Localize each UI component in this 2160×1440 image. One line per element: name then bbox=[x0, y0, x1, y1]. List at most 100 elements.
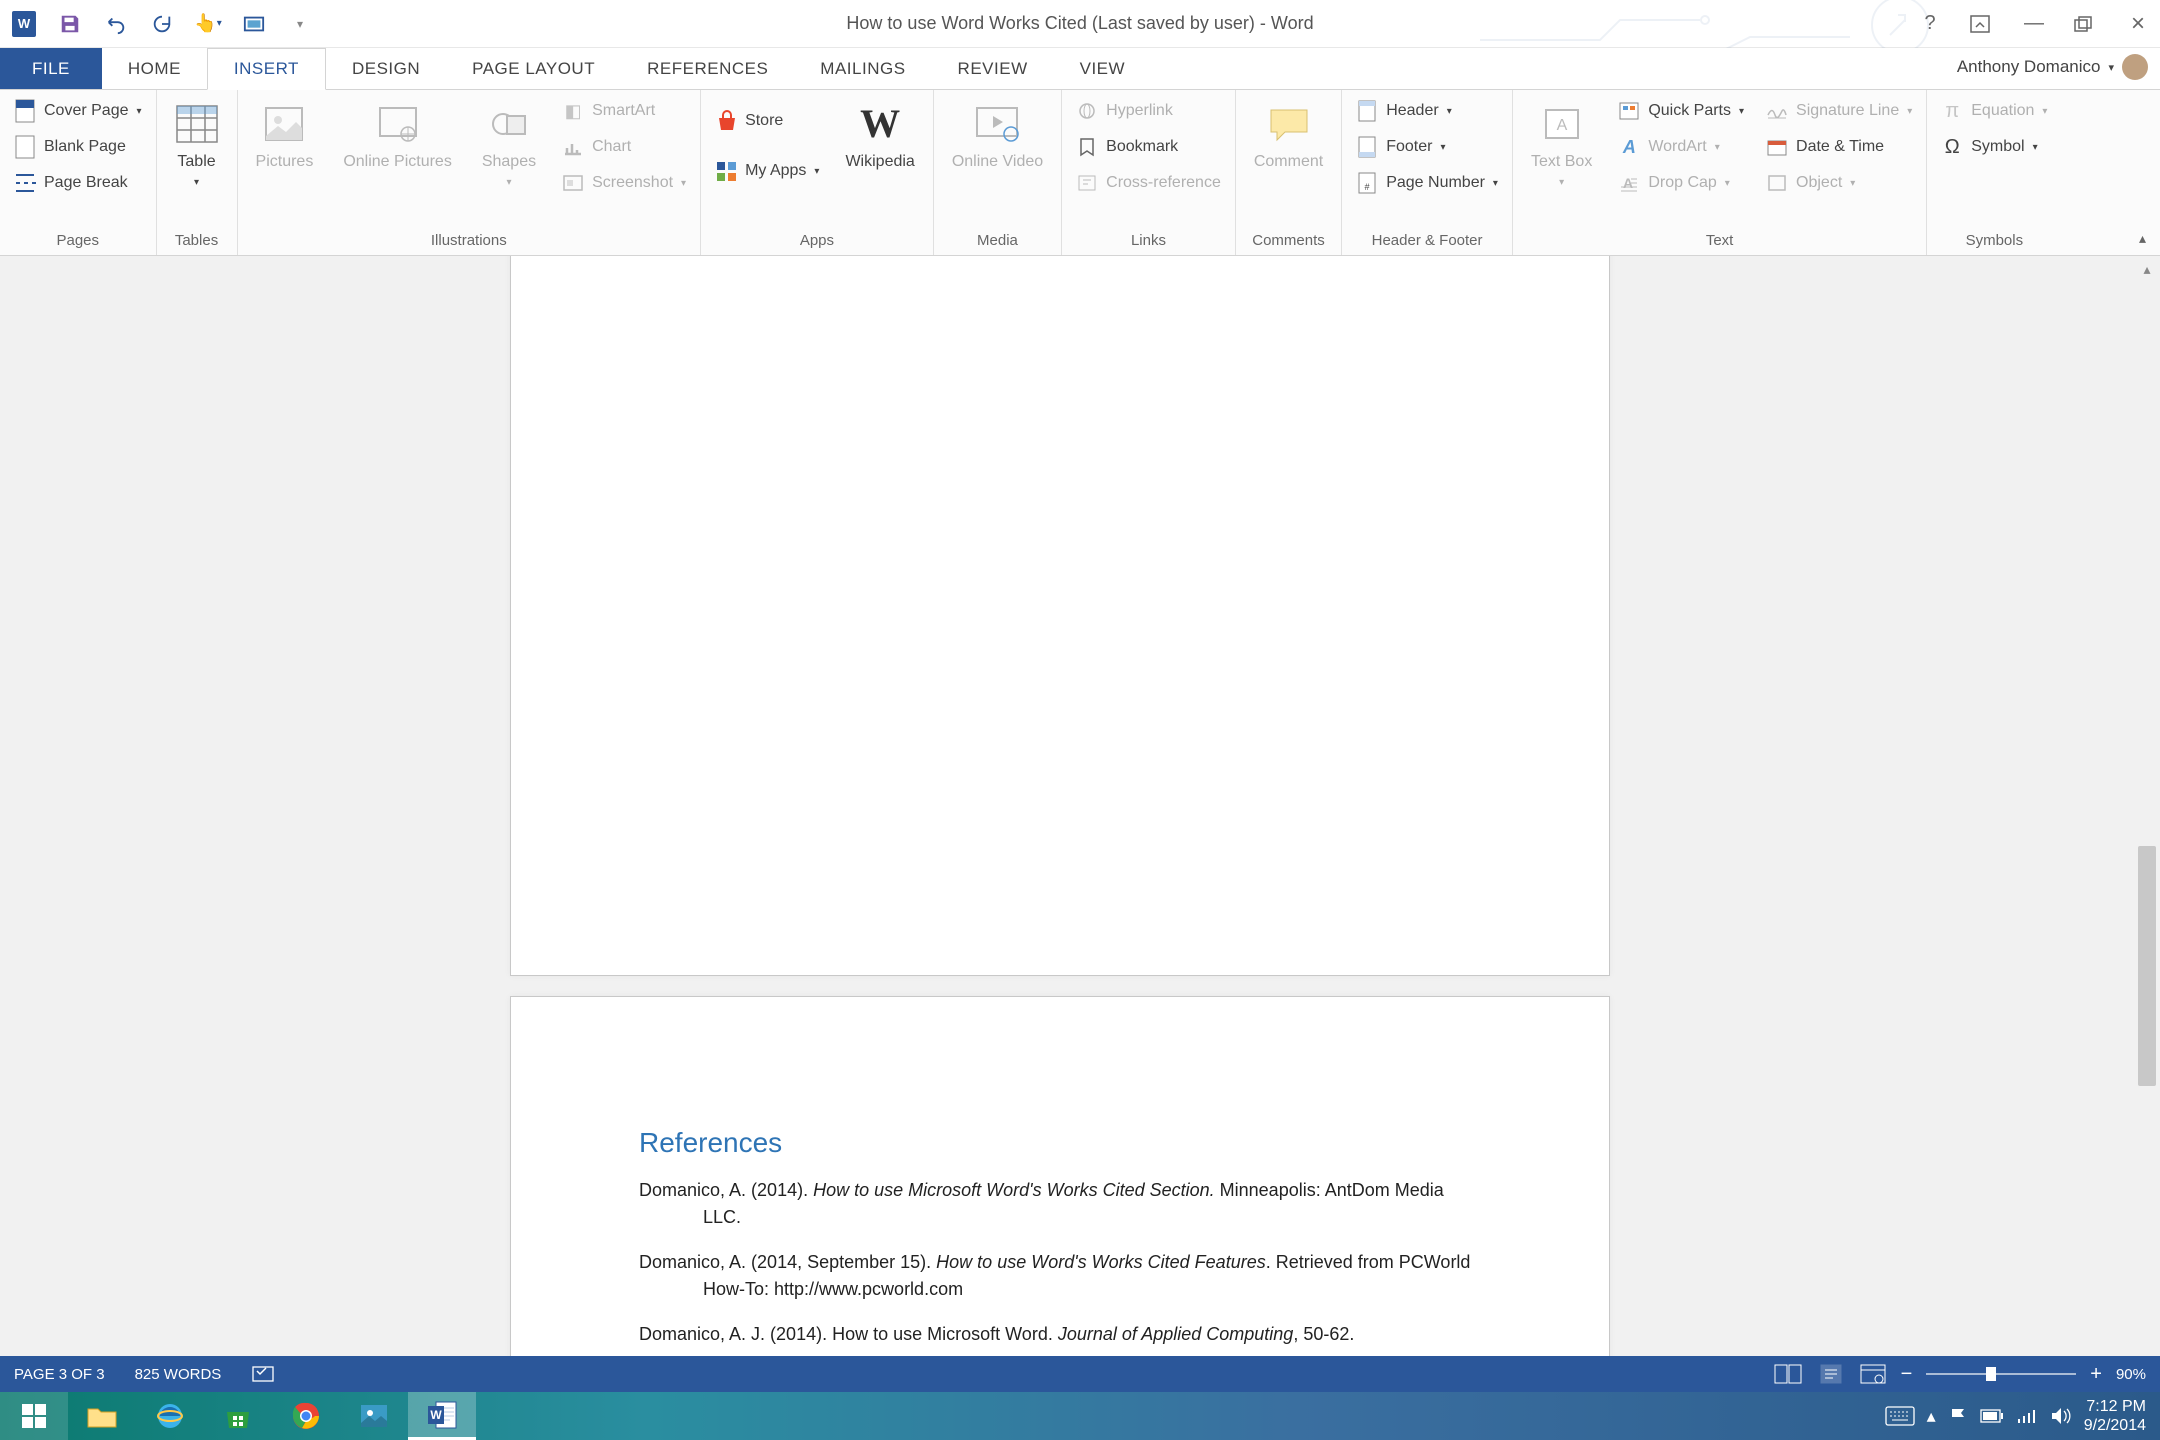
tab-view[interactable]: VIEW bbox=[1054, 48, 1151, 89]
clock[interactable]: 7:12 PM 9/2/2014 bbox=[2084, 1397, 2146, 1435]
signature-line-button[interactable]: Signature Line ▾ bbox=[1762, 98, 1916, 124]
task-file-explorer[interactable] bbox=[68, 1392, 136, 1440]
vertical-scrollbar[interactable]: ▴ ▾ bbox=[2134, 256, 2160, 1376]
myapps-button[interactable]: My Apps ▾ bbox=[711, 158, 823, 184]
tab-home[interactable]: HOME bbox=[102, 48, 207, 89]
help-icon[interactable]: ? bbox=[1918, 12, 1942, 35]
pictures-icon bbox=[262, 102, 306, 146]
zoom-slider[interactable] bbox=[1926, 1373, 2076, 1375]
taskbar: W ▴ 7:12 PM 9/2/2014 bbox=[0, 1392, 2160, 1440]
group-label: Media bbox=[944, 228, 1051, 251]
cover-page-button[interactable]: Cover Page ▾ bbox=[10, 98, 146, 124]
tab-mailings[interactable]: MAILINGS bbox=[794, 48, 931, 89]
undo-icon[interactable] bbox=[104, 12, 128, 36]
zoom-level[interactable]: 90% bbox=[2116, 1366, 2146, 1383]
tab-review[interactable]: REVIEW bbox=[932, 48, 1054, 89]
tab-file[interactable]: FILE bbox=[0, 48, 102, 89]
table-button[interactable]: Table ▾ bbox=[167, 98, 227, 193]
online-pictures-button[interactable]: Online Pictures bbox=[335, 98, 460, 175]
word-app-icon[interactable]: W bbox=[12, 12, 36, 36]
object-icon bbox=[1766, 172, 1788, 194]
zoom-in-icon[interactable]: + bbox=[2090, 1363, 2102, 1386]
save-icon[interactable] bbox=[58, 12, 82, 36]
redo-icon[interactable] bbox=[150, 12, 174, 36]
pictures-button[interactable]: Pictures bbox=[248, 98, 322, 175]
bookmark-button[interactable]: Bookmark bbox=[1072, 134, 1225, 160]
spellcheck-icon[interactable] bbox=[251, 1364, 275, 1384]
comment-button[interactable]: Comment bbox=[1246, 98, 1331, 175]
symbol-button[interactable]: ΩSymbol ▾ bbox=[1937, 134, 2051, 160]
task-chrome[interactable] bbox=[272, 1392, 340, 1440]
customize-qat-icon[interactable]: ▾ bbox=[288, 12, 312, 36]
minimize-icon[interactable]: — bbox=[2022, 12, 2046, 35]
system-tray: ▴ 7:12 PM 9/2/2014 bbox=[1885, 1397, 2160, 1435]
task-store[interactable] bbox=[204, 1392, 272, 1440]
group-tables: Table ▾ Tables bbox=[157, 90, 238, 255]
footer-button[interactable]: Footer ▾ bbox=[1352, 134, 1502, 160]
chart-button[interactable]: Chart bbox=[558, 134, 690, 160]
tab-references[interactable]: REFERENCES bbox=[621, 48, 794, 89]
page-previous[interactable] bbox=[510, 256, 1610, 976]
start-button[interactable] bbox=[0, 1392, 68, 1440]
wordart-button[interactable]: AWordArt ▾ bbox=[1614, 134, 1748, 160]
online-video-button[interactable]: Online Video bbox=[944, 98, 1051, 175]
quick-print-icon[interactable] bbox=[242, 12, 266, 36]
task-photos[interactable] bbox=[340, 1392, 408, 1440]
header-button[interactable]: Header ▾ bbox=[1352, 98, 1502, 124]
zoom-out-icon[interactable]: − bbox=[1901, 1363, 1913, 1386]
symbol-icon: Ω bbox=[1941, 136, 1963, 158]
window-controls: ? — × bbox=[1918, 10, 2150, 38]
page-break-button[interactable]: Page Break bbox=[10, 170, 146, 196]
equation-button[interactable]: πEquation ▾ bbox=[1937, 98, 2051, 124]
user-account[interactable]: Anthony Domanico ▾ bbox=[1957, 54, 2148, 80]
keyboard-icon[interactable] bbox=[1885, 1406, 1915, 1426]
quickparts-icon bbox=[1618, 100, 1640, 122]
maximize-icon[interactable] bbox=[2074, 16, 2098, 32]
volume-icon[interactable] bbox=[2050, 1406, 2072, 1426]
collapse-ribbon-icon[interactable]: ▴ bbox=[2139, 230, 2146, 247]
ribbon-tabs: FILE HOME INSERT DESIGN PAGE LAYOUT REFE… bbox=[0, 48, 2160, 90]
cross-reference-button[interactable]: Cross-reference bbox=[1072, 170, 1225, 196]
scroll-up-icon[interactable]: ▴ bbox=[2134, 256, 2160, 282]
page-number-button[interactable]: #Page Number ▾ bbox=[1352, 170, 1502, 196]
page-number-icon: # bbox=[1356, 172, 1378, 194]
store-button[interactable]: Store bbox=[711, 108, 823, 134]
wifi-icon[interactable] bbox=[2016, 1407, 2038, 1425]
touch-mode-icon[interactable]: 👆▾ bbox=[196, 12, 220, 36]
battery-icon[interactable] bbox=[1980, 1409, 2004, 1423]
document-canvas[interactable]: References Domanico, A. (2014). How to u… bbox=[0, 256, 2160, 1376]
window-title: How to use Word Works Cited (Last saved … bbox=[846, 13, 1313, 34]
tab-design[interactable]: DESIGN bbox=[326, 48, 446, 89]
drop-cap-button[interactable]: ADrop Cap ▾ bbox=[1614, 170, 1748, 196]
screenshot-button[interactable]: Screenshot ▾ bbox=[558, 170, 690, 196]
wikipedia-button[interactable]: WWikipedia bbox=[837, 98, 922, 175]
shapes-button[interactable]: Shapes▾ bbox=[474, 98, 544, 193]
tab-page-layout[interactable]: PAGE LAYOUT bbox=[446, 48, 621, 89]
group-header-footer: Header ▾ Footer ▾ #Page Number ▾ Header … bbox=[1342, 90, 1513, 255]
signature-icon bbox=[1766, 100, 1788, 122]
blank-page-button[interactable]: Blank Page bbox=[10, 134, 146, 160]
smartart-button[interactable]: ◧SmartArt bbox=[558, 98, 690, 124]
text-box-button[interactable]: AText Box▾ bbox=[1523, 98, 1600, 193]
web-layout-icon[interactable] bbox=[1859, 1363, 1887, 1385]
tray-chevron-icon[interactable]: ▴ bbox=[1927, 1406, 1936, 1427]
smartart-icon: ◧ bbox=[562, 100, 584, 122]
tab-insert[interactable]: INSERT bbox=[207, 48, 326, 90]
hyperlink-button[interactable]: Hyperlink bbox=[1072, 98, 1225, 124]
task-word[interactable]: W bbox=[408, 1392, 476, 1440]
word-count[interactable]: 825 WORDS bbox=[135, 1366, 222, 1383]
page-current[interactable]: References Domanico, A. (2014). How to u… bbox=[510, 996, 1610, 1376]
date-time-button[interactable]: Date & Time bbox=[1762, 134, 1916, 160]
print-layout-icon[interactable] bbox=[1817, 1363, 1845, 1385]
flag-icon[interactable] bbox=[1948, 1406, 1968, 1426]
object-button[interactable]: Object ▾ bbox=[1762, 170, 1916, 196]
ribbon-display-icon[interactable] bbox=[1970, 15, 1994, 33]
quick-parts-button[interactable]: Quick Parts ▾ bbox=[1614, 98, 1748, 124]
read-mode-icon[interactable] bbox=[1773, 1363, 1803, 1385]
scroll-thumb[interactable] bbox=[2138, 846, 2156, 1086]
page-indicator[interactable]: PAGE 3 OF 3 bbox=[14, 1366, 105, 1383]
group-label: Symbols bbox=[1937, 228, 2051, 251]
group-label: Header & Footer bbox=[1352, 228, 1502, 251]
close-icon[interactable]: × bbox=[2126, 10, 2150, 38]
task-ie[interactable] bbox=[136, 1392, 204, 1440]
